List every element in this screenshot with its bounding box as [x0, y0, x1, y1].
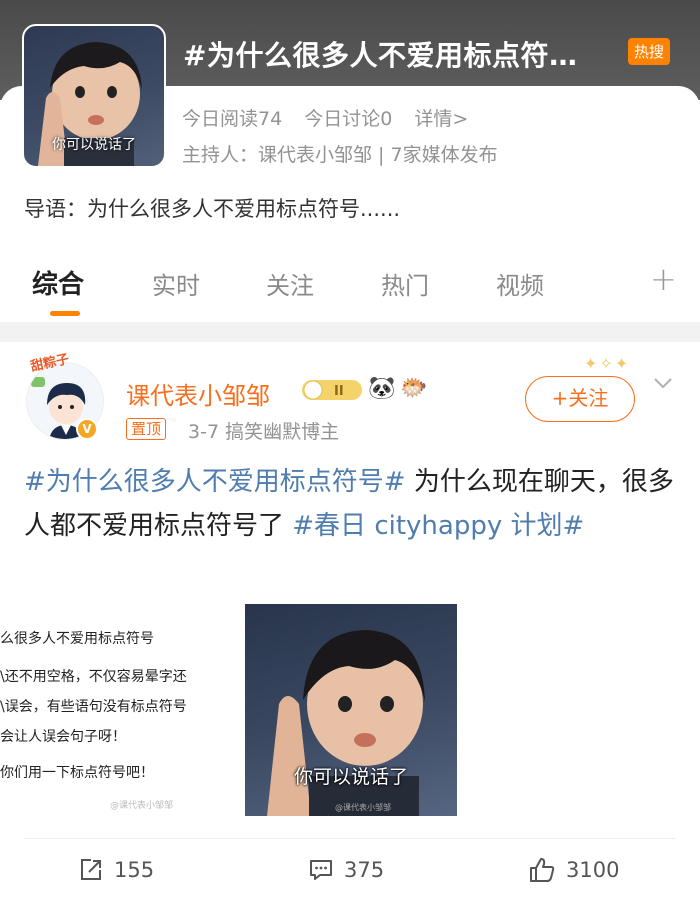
tab-following[interactable]: 关注	[266, 266, 314, 301]
post-meta: 3-7 搞笑幽默博主	[188, 421, 340, 443]
hashtag-link[interactable]: #春日 cityhappy 计划#	[292, 511, 584, 541]
tab-bar: 综合 实时 关注 热门 视频 +	[0, 248, 700, 322]
topic-title: #为什么很多人不爱用标点符…	[183, 39, 578, 72]
thumb-caption: 你可以说话了	[52, 137, 136, 153]
thumbs-up-icon	[530, 858, 555, 882]
add-tab-icon[interactable]: +	[650, 260, 677, 298]
like-button[interactable]: 3100	[528, 852, 619, 888]
topic-intro: 导语：为什么很多人不爱用标点符号......	[24, 197, 401, 221]
chevron-down-icon[interactable]	[652, 372, 674, 394]
image-caption: 你可以说话了	[293, 766, 408, 788]
post-text: #为什么很多人不爱用标点符号# 为什么现在聊天，很多人都不爱用标点符号了 #春日…	[24, 460, 676, 548]
image-watermark: @课代表小邹邹	[110, 801, 174, 811]
author-name[interactable]: 课代表小邹邹	[126, 376, 270, 411]
active-tab-indicator	[50, 311, 80, 316]
panda-icon: 🐼	[368, 376, 396, 401]
level-badge-icon: II	[302, 380, 362, 400]
weibo-post: 甜粽子 V 课代表小邹邹 II 🐼 🐡 置顶 3-7 搞笑幽默博主 ✦✧✦ +关…	[0, 342, 700, 899]
hashtag-link[interactable]: #为什么很多人不爱用标点符号#	[24, 467, 406, 497]
reads-count: 今日阅读74	[182, 108, 283, 130]
image-text-line: \误会，有些语句没有标点符号	[0, 699, 187, 715]
fish-icon: 🐡	[400, 376, 428, 401]
svg-text:II: II	[334, 384, 344, 399]
topic-thumbnail[interactable]: 你可以说话了	[22, 24, 166, 168]
comment-icon	[310, 860, 332, 880]
comment-button[interactable]: 375	[308, 852, 384, 888]
repost-icon	[81, 859, 101, 880]
tab-video[interactable]: 视频	[496, 266, 544, 301]
tab-comprehensive[interactable]: 综合	[32, 264, 84, 301]
topic-stats: 今日阅读74 今日讨论0 详情>	[182, 104, 484, 131]
like-count: 3100	[566, 858, 620, 882]
post-image-meme[interactable]: 你可以说话了 @课代表小邹邹	[245, 604, 457, 816]
image-text-line: 你们用一下标点符号吧！	[0, 765, 154, 781]
topic-host: 主持人：课代表小邹邹 | 7家媒体发布	[182, 144, 498, 166]
comment-count: 375	[344, 858, 385, 882]
follow-decoration-icon: ✦✧✦	[584, 354, 631, 373]
image-watermark: @课代表小邹邹	[335, 803, 391, 812]
tab-realtime[interactable]: 实时	[152, 266, 200, 301]
image-text-line: 么很多人不爱用标点符号	[0, 631, 154, 647]
tab-hot[interactable]: 热门	[381, 266, 429, 301]
action-divider	[24, 838, 676, 839]
repost-button[interactable]: 155	[78, 852, 154, 888]
repost-count: 155	[114, 858, 155, 882]
image-text-line: \还不用空格，不仅容易晕字还	[0, 669, 187, 685]
pinned-badge: 置顶	[126, 418, 167, 440]
follow-button[interactable]: +关注	[525, 376, 635, 422]
post-image-text[interactable]: 么很多人不爱用标点符号 \还不用空格，不仅容易晕字还 \误会，有些语句没有标点符…	[0, 600, 232, 814]
details-link[interactable]: 详情>	[414, 108, 468, 130]
hot-search-badge: 热搜	[628, 38, 671, 65]
discussions-count: 今日讨论0	[304, 108, 393, 130]
image-text-line: 会让人误会句子呀！	[0, 729, 126, 745]
verified-badge-icon: V	[76, 418, 98, 440]
topic-header: 你可以说话了 #为什么很多人不爱用标点符… 热搜 今日阅读74 今日讨论0 详情…	[0, 0, 700, 248]
